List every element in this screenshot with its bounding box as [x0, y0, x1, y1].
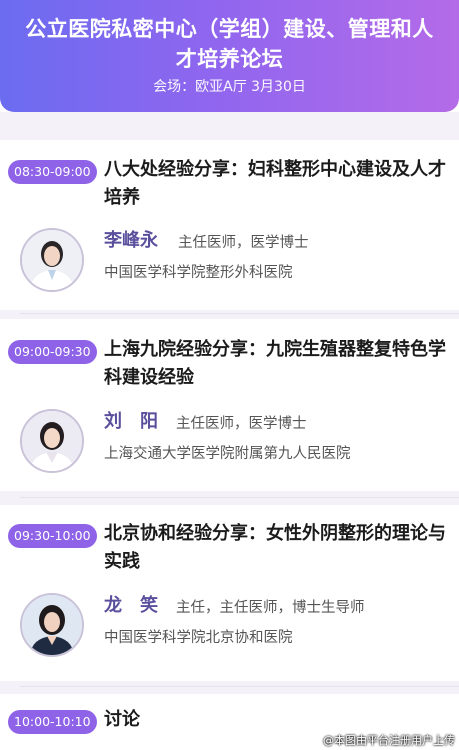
speaker-affiliation: 上海交通大学医学院附属第九人民医院	[104, 446, 351, 462]
speaker-credentials: 主任医师，医学博士	[176, 416, 307, 432]
divider	[20, 497, 459, 498]
time-badge: 09:30-10:00	[8, 524, 97, 548]
upload-watermark: @本图由平台注册用户上传	[323, 734, 455, 747]
speaker-name: 刘 阳	[104, 411, 158, 432]
session-card[interactable]: 09:00-09:30 上海九院经验分享：九院生殖器整复特色学科建设经验 刘 阳…	[0, 319, 459, 491]
forum-header: 公立医院私密中心（学组）建设、管理和人才培养论坛 会场：欧亚A厅 3月30日	[0, 0, 459, 112]
session-title: 讨论	[104, 709, 140, 730]
speaker-avatar	[20, 593, 84, 657]
doctor-portrait-icon	[22, 411, 82, 471]
speaker-avatar	[20, 228, 84, 292]
session-title: 八大处经验分享：妇科整形中心建设及人才培养	[104, 159, 446, 208]
time-badge: 08:30-09:00	[8, 160, 97, 184]
speaker-credentials: 主任，主任医师，博士生导师	[176, 600, 365, 616]
divider	[20, 313, 459, 314]
divider	[20, 686, 459, 687]
forum-venue: 会场：欧亚A厅 3月30日	[153, 79, 306, 95]
speaker-name: 李峰永	[104, 230, 158, 251]
doctor-portrait-icon	[22, 230, 82, 290]
session-title: 上海九院经验分享：九院生殖器整复特色学科建设经验	[104, 339, 446, 388]
speaker-affiliation: 中国医学科学院整形外科医院	[104, 265, 293, 281]
speaker-affiliation: 中国医学科学院北京协和医院	[104, 630, 293, 646]
forum-title: 公立医院私密中心（学组）建设、管理和人才培养论坛	[25, 17, 434, 71]
doctor-portrait-icon	[22, 595, 82, 655]
session-title: 北京协和经验分享：女性外阴整形的理论与实践	[104, 523, 446, 572]
time-badge: 10:00-10:10	[8, 710, 97, 734]
speaker-credentials: 主任医师，医学博士	[178, 235, 309, 251]
schedule-list: 08:30-09:00 八大处经验分享：妇科整形中心建设及人才培养 李峰永 主任…	[0, 112, 459, 750]
time-badge: 09:00-09:30	[8, 340, 97, 364]
session-card[interactable]: 08:30-09:00 八大处经验分享：妇科整形中心建设及人才培养 李峰永 主任…	[0, 140, 459, 310]
speaker-name: 龙 笑	[104, 595, 158, 616]
speaker-avatar	[20, 409, 84, 473]
session-card[interactable]: 09:30-10:00 北京协和经验分享：女性外阴整形的理论与实践 龙 笑 主任…	[0, 505, 459, 681]
